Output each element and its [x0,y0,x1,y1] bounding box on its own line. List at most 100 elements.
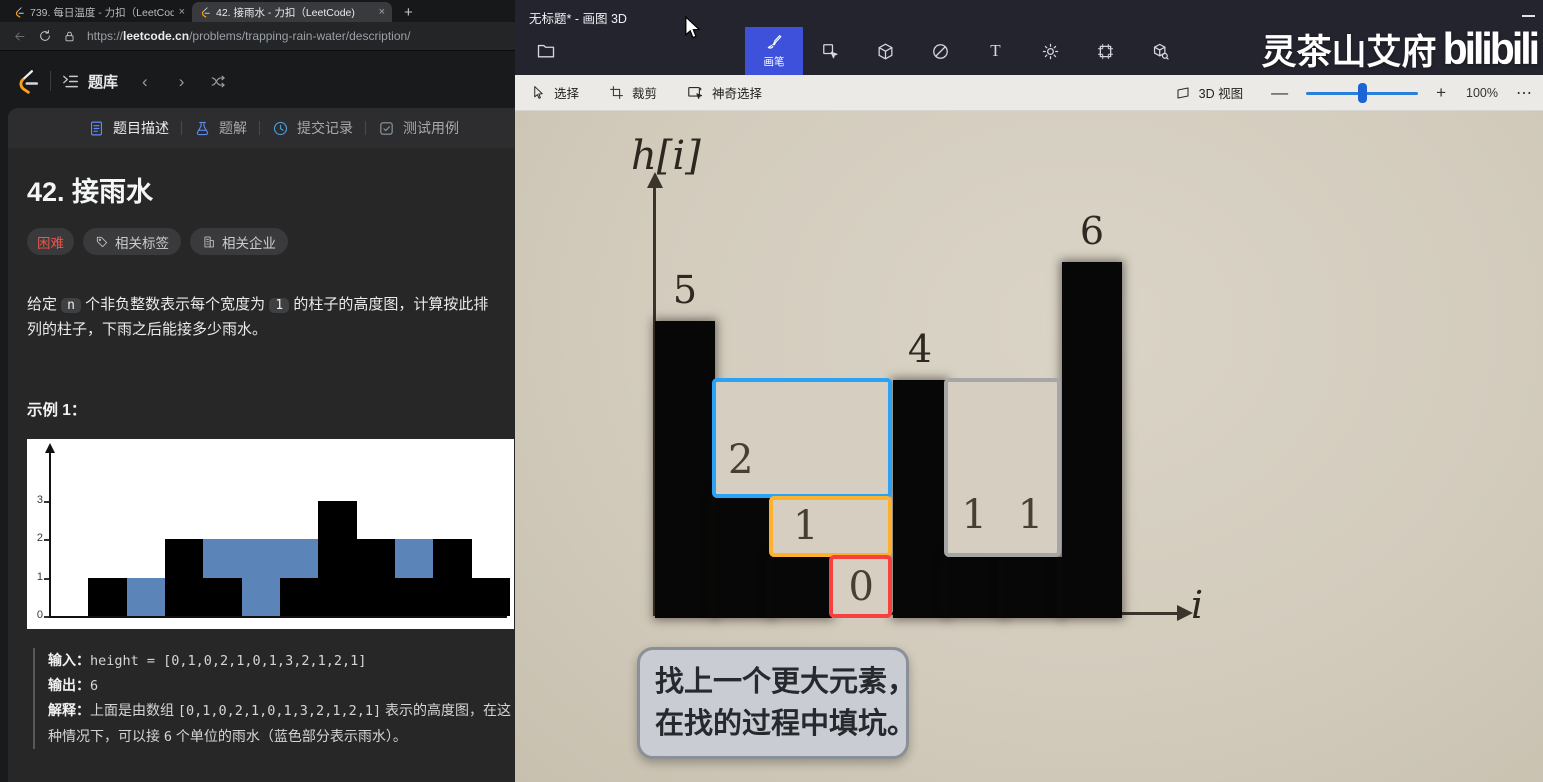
select-tool[interactable]: 选择 [531,83,579,102]
chart-water [127,578,166,617]
tab-title: 739. 每日温度 - 力扣（LeetCode [30,5,174,20]
watermark-text: 灵茶山艾府 [1262,24,1437,75]
example-histogram-image: 0123 [27,439,514,629]
lock-icon[interactable] [63,30,76,43]
example-io-block: 输入：height = [0,1,0,2,1,0,1,3,2,1,2,1] 输出… [33,648,514,749]
random-problem-icon[interactable] [210,73,227,90]
chart-tick-mark [44,578,49,580]
chart-water [395,539,434,578]
related-tags-button[interactable]: 相关标签 [83,228,181,255]
divider [259,121,260,135]
chart-bar [280,578,319,617]
tool-text[interactable]: T [968,27,1023,75]
tool-stickers[interactable] [913,27,968,75]
tab-submissions[interactable]: 提交记录 [272,118,353,138]
next-problem-button[interactable]: › [179,73,185,90]
paint-canvas[interactable]: h[i] i 54621011 找上一个更大元素， 在找的过程中填坑。 [515,111,1543,782]
zoom-out-button[interactable]: — [1271,84,1288,101]
chart-bar [395,578,434,617]
reload-icon[interactable] [38,29,52,43]
new-tab-button[interactable]: + [404,5,413,20]
tool-3d-shapes[interactable] [858,27,913,75]
chart-bar [356,539,395,616]
rect-value-label: 2 [728,440,753,480]
diagram-bar-value-label: 6 [1080,212,1104,250]
tool-brushes-label: 画笔 [764,54,785,69]
menu-folder-icon[interactable] [536,41,556,61]
diagram-bar-value-label: 5 [673,271,697,309]
chart-tick-label: 1 [29,571,43,583]
diagram-bar [715,498,772,618]
tab-solutions[interactable]: 题解 [194,118,247,138]
caption-line: 在找的过程中填坑。 [655,703,891,745]
browser-window: 739. 每日温度 - 力扣（LeetCode × 42. 接雨水 - 力扣（L… [0,0,515,782]
divider [50,71,51,91]
zoom-in-button[interactable]: + [1436,84,1446,101]
leetcode-problem-panel: 题目描述 题解 提交记录 测试用例 42. 接雨水 [8,108,515,782]
magic-select-tool[interactable]: 神奇选择 [687,83,762,102]
chart-x-axis [49,616,507,618]
mouse-cursor [684,16,701,45]
rect-value-label: 1 [962,495,987,535]
chart-bar [318,501,357,617]
chart-tick-label: 2 [29,532,43,544]
chart-bar [433,539,472,616]
back-icon[interactable] [12,29,27,44]
view-3d-button[interactable]: 3D 视图 [1175,83,1243,102]
tool-2d-shapes[interactable] [803,27,858,75]
diagram-bar [772,557,832,618]
chart-water [242,539,281,616]
leetcode-favicon [199,6,211,18]
tool-canvas[interactable] [1078,27,1133,75]
url-text[interactable]: https://leetcode.cn/problems/trapping-ra… [87,29,411,43]
chart-tick-mark [44,501,49,503]
tool-brushes[interactable]: 画笔 [745,27,803,75]
diagram-bar [1004,557,1062,618]
paint3d-window: 无标题* - 画图 3D 画笔 T [515,0,1543,782]
more-options-button[interactable]: ⋯ [1516,83,1533,103]
tool-effects[interactable] [1023,27,1078,75]
prev-problem-button[interactable]: ‹ [142,73,148,90]
chart-y-axis [49,451,51,617]
diagram-bar [893,380,947,618]
zoom-slider[interactable] [1306,83,1418,103]
tab-description[interactable]: 题目描述 [88,118,169,138]
code-chip: 1 [269,298,289,313]
zoom-level: 100% [1466,86,1498,100]
chart-tick-mark [44,616,49,618]
chart-bar [88,578,127,617]
leetcode-favicon [13,6,25,18]
rect-value-label: 0 [849,567,874,607]
problem-description: 给定 n 个非负整数表示每个宽度为 1 的柱子的高度图，计算按此排列的柱子，下雨… [27,293,503,343]
code-chip: n [61,298,81,313]
x-axis-label: i [1191,583,1203,627]
paint3d-toolbar: 画笔 T [745,27,1188,75]
browser-tab-1[interactable]: 739. 每日温度 - 力扣（LeetCode × [6,2,192,22]
diagram-bar [947,557,1004,618]
chart-water [280,539,319,578]
chart-y-axis-arrow [45,443,55,453]
tool-3d-library[interactable] [1133,27,1188,75]
rect-value-label: 1 [793,506,818,546]
diagram-bar [1062,262,1122,618]
screen: 739. 每日温度 - 力扣（LeetCode × 42. 接雨水 - 力扣（L… [0,0,1543,782]
problem-badges: 困难 相关标签 相关企业 [27,228,288,255]
chart-tick-mark [44,539,49,541]
minimize-button[interactable] [1522,15,1535,17]
zoom-slider-thumb[interactable] [1358,83,1367,103]
close-tab-icon[interactable]: × [179,6,185,18]
tab-testcases[interactable]: 测试用例 [378,118,459,138]
tab-title: 42. 接雨水 - 力扣（LeetCode) [216,5,374,20]
diagram-bar-value-label: 4 [908,330,932,368]
leetcode-logo[interactable] [14,68,40,94]
browser-tab-bar: 739. 每日温度 - 力扣（LeetCode × 42. 接雨水 - 力扣（L… [0,0,515,22]
chart-bar [203,578,242,617]
crop-tool[interactable]: 裁剪 [609,83,657,102]
browser-tab-2[interactable]: 42. 接雨水 - 力扣（LeetCode) × [192,2,392,22]
address-bar: https://leetcode.cn/problems/trapping-ra… [0,22,515,51]
close-tab-icon[interactable]: × [379,6,385,18]
related-companies-button[interactable]: 相关企业 [190,228,288,255]
problem-list-icon[interactable] [61,72,80,91]
problem-title: 42. 接雨水 [27,170,153,209]
problem-list-label[interactable]: 题库 [88,71,118,92]
